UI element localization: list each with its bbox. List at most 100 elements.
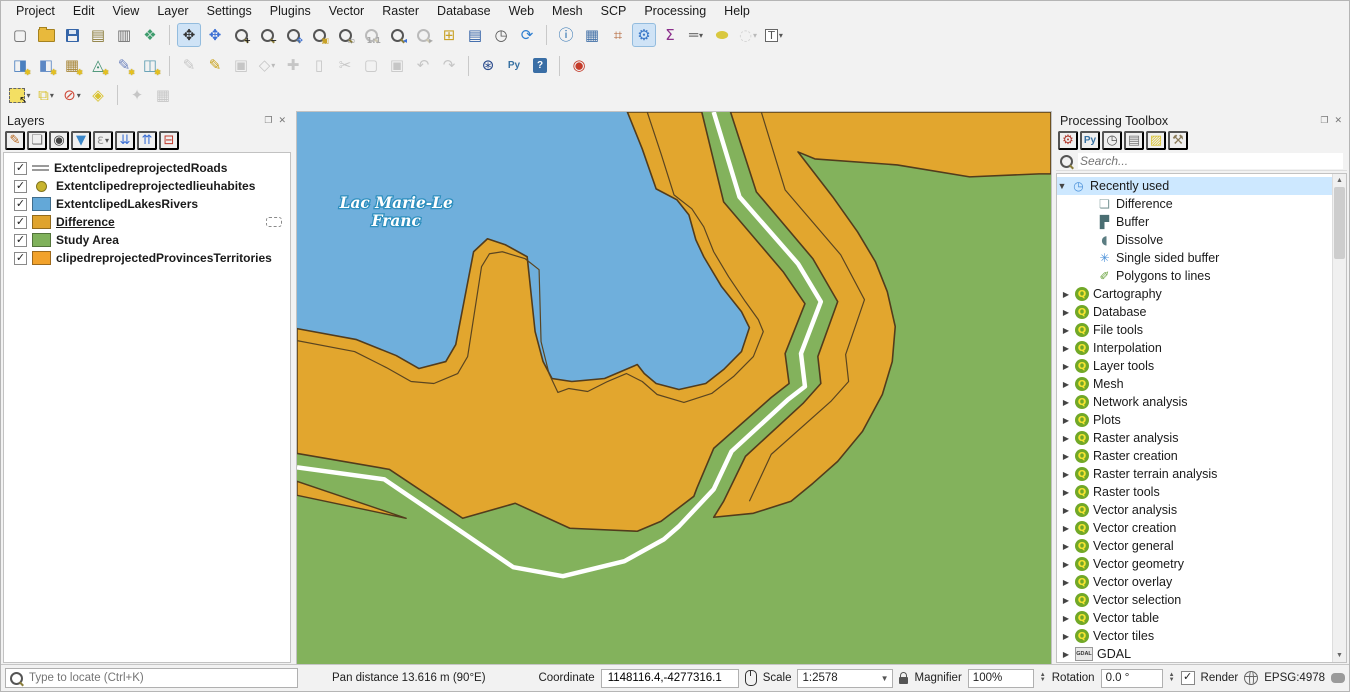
menu-plugins[interactable]: Plugins xyxy=(261,3,320,19)
toolbox-scrollbar[interactable]: ▲ ▼ xyxy=(1332,174,1346,662)
add-virtual-layer-button[interactable]: ◫✱ xyxy=(138,54,162,78)
expand-all-button[interactable]: ⇊ xyxy=(115,131,135,150)
toolbox-category-cartography[interactable]: ▶QCartography xyxy=(1057,285,1346,303)
temporal-controller-button[interactable]: ◷ xyxy=(489,23,513,47)
python-scripts-button[interactable]: Py xyxy=(1080,131,1100,150)
dropdown-arrow-icon[interactable]: ▾ xyxy=(105,136,109,145)
show-layout-manager-button[interactable]: ▥ xyxy=(112,23,136,47)
layers-panel-close-icon[interactable]: ✕ xyxy=(275,115,289,126)
expander-icon[interactable]: ▶ xyxy=(1061,308,1071,317)
dropdown-arrow-icon[interactable]: ▾ xyxy=(50,91,54,100)
chevron-down-icon[interactable]: ▼ xyxy=(881,674,889,683)
layer-label[interactable]: ExtentclipedLakesRivers xyxy=(56,197,198,211)
layer-visibility-checkbox[interactable]: ✓ xyxy=(14,162,27,175)
menu-database[interactable]: Database xyxy=(428,3,500,19)
map-canvas[interactable]: Lac Marie-LeFranc xyxy=(296,111,1052,665)
new-print-layout-button[interactable]: ▤ xyxy=(86,23,110,47)
dropdown-arrow-icon[interactable]: ▾ xyxy=(779,31,783,40)
layer-visibility-checkbox[interactable]: ✓ xyxy=(14,198,27,211)
expander-icon[interactable]: ▶ xyxy=(1061,524,1071,533)
menu-project[interactable]: Project xyxy=(7,3,64,19)
zoom-full-button[interactable]: ✥ xyxy=(281,23,305,47)
layer-visibility-checkbox[interactable]: ✓ xyxy=(14,234,27,247)
toolbox-algorithm-polygons-to-lines[interactable]: ✐Polygons to lines xyxy=(1057,267,1346,285)
manage-map-themes-button[interactable]: ◉ xyxy=(49,131,69,150)
toolbox-algorithm-difference[interactable]: ❏Difference xyxy=(1057,195,1346,213)
menu-edit[interactable]: Edit xyxy=(64,3,104,19)
extents-toggle-icon[interactable] xyxy=(745,670,757,686)
layer-label[interactable]: ExtentclipedreprojectedRoads xyxy=(54,161,227,175)
layer-item[interactable]: ✓ ExtentclipedreprojectedRoads xyxy=(4,159,290,177)
zoom-to-selection-button[interactable]: ▣ xyxy=(307,23,331,47)
layer-item[interactable]: ✓ clipedreprojectedProvincesTerritories xyxy=(4,249,290,267)
measure-line-button[interactable]: ═▾ xyxy=(684,23,708,47)
layer-label[interactable]: clipedreprojectedProvincesTerritories xyxy=(56,251,272,265)
expander-icon[interactable]: ▶ xyxy=(1061,290,1071,299)
toolbox-category-vector-analysis[interactable]: ▶QVector analysis xyxy=(1057,501,1346,519)
dropdown-arrow-icon[interactable]: ▾ xyxy=(271,61,275,70)
zoom-to-layer-button[interactable]: ▭ xyxy=(333,23,357,47)
expander-icon[interactable]: ▶ xyxy=(1061,506,1071,515)
magnifier-box[interactable]: 100% xyxy=(968,669,1034,688)
layer-label[interactable]: Extentclipedreprojectedlieuhabites xyxy=(56,179,255,193)
open-project-button[interactable] xyxy=(34,23,58,47)
coordinate-box[interactable] xyxy=(601,669,739,688)
messages-icon[interactable] xyxy=(1331,673,1345,683)
processing-panel-close-icon[interactable]: ✕ xyxy=(1331,115,1345,126)
field-calculator-button[interactable]: ⌗ xyxy=(606,23,630,47)
memory-layer-indicator-icon[interactable] xyxy=(266,217,282,227)
metasearch-button[interactable]: ⊛ xyxy=(476,54,500,78)
layer-visibility-checkbox[interactable]: ✓ xyxy=(14,252,27,265)
toolbox-algorithm-buffer[interactable]: ▛Buffer xyxy=(1057,213,1346,231)
toolbox-category-gdal[interactable]: ▶GDALGDAL xyxy=(1057,645,1346,663)
zoom-out-button[interactable]: − xyxy=(255,23,279,47)
expander-icon[interactable]: ▶ xyxy=(1061,470,1071,479)
toolbox-category-vector-selection[interactable]: ▶QVector selection xyxy=(1057,591,1346,609)
lock-icon[interactable] xyxy=(899,677,908,684)
zoom-in-button[interactable]: + xyxy=(229,23,253,47)
expander-icon[interactable]: ▶ xyxy=(1061,650,1071,659)
expander-icon[interactable]: ▶ xyxy=(1061,344,1071,353)
models-button[interactable]: ⚙ xyxy=(1058,131,1078,150)
menu-settings[interactable]: Settings xyxy=(198,3,261,19)
layer-label[interactable]: Study Area xyxy=(56,233,119,247)
dropdown-arrow-icon[interactable]: ▾ xyxy=(77,91,81,100)
menu-raster[interactable]: Raster xyxy=(373,3,428,19)
toolbox-category-interpolation[interactable]: ▶QInterpolation xyxy=(1057,339,1346,357)
toolbox-category-file-tools[interactable]: ▶QFile tools xyxy=(1057,321,1346,339)
toolbox-algorithm-dissolve[interactable]: ◖Dissolve xyxy=(1057,231,1346,249)
show-spatial-bookmarks-button[interactable]: ▤ xyxy=(463,23,487,47)
locator-box[interactable] xyxy=(5,668,298,688)
new-spatial-bookmark-button[interactable]: ⊞ xyxy=(437,23,461,47)
scroll-down-icon[interactable]: ▼ xyxy=(1333,649,1346,662)
python-console-button[interactable]: Py xyxy=(502,54,526,78)
scale-combo[interactable]: 1:2578 ▼ xyxy=(797,669,893,688)
expander-icon[interactable]: ▶ xyxy=(1061,416,1071,425)
toolbox-category-raster-analysis[interactable]: ▶QRaster analysis xyxy=(1057,429,1346,447)
pan-map-button[interactable]: ✥ xyxy=(177,23,201,47)
data-source-manager-button[interactable]: ◨✱ xyxy=(8,54,32,78)
expander-icon[interactable]: ▶ xyxy=(1061,614,1071,623)
select-features-by-value-button[interactable]: ⧉▾ xyxy=(34,83,58,107)
menu-scp[interactable]: SCP xyxy=(592,3,636,19)
toolbox-category-raster-tools[interactable]: ▶QRaster tools xyxy=(1057,483,1346,501)
add-raster-layer-button[interactable]: ▦✱ xyxy=(60,54,84,78)
expander-icon[interactable]: ▶ xyxy=(1061,326,1071,335)
rotation-spinner[interactable]: ▲▼ xyxy=(1169,673,1175,683)
deselect-features-button[interactable]: ⊘▾ xyxy=(60,83,84,107)
toolbox-category-layer-tools[interactable]: ▶QLayer tools xyxy=(1057,357,1346,375)
statistical-summary-button[interactable]: Σ xyxy=(658,23,682,47)
toolbox-category-vector-tiles[interactable]: ▶QVector tiles xyxy=(1057,627,1346,645)
edit-features-in-place-button[interactable]: ▨ xyxy=(1146,131,1166,150)
expander-icon[interactable]: ▶ xyxy=(1061,560,1071,569)
toolbox-category-vector-creation[interactable]: ▶QVector creation xyxy=(1057,519,1346,537)
text-annotation-button[interactable]: T▾ xyxy=(762,23,786,47)
dropdown-arrow-icon[interactable]: ▾ xyxy=(753,31,757,40)
menu-vector[interactable]: Vector xyxy=(320,3,373,19)
toolbox-category-vector-geometry[interactable]: ▶QVector geometry xyxy=(1057,555,1346,573)
save-project-button[interactable] xyxy=(60,23,84,47)
scroll-up-icon[interactable]: ▲ xyxy=(1333,174,1346,187)
dropdown-arrow-icon[interactable]: ▾ xyxy=(699,31,703,40)
zoom-last-button[interactable]: ◂ xyxy=(385,23,409,47)
expander-icon[interactable]: ▶ xyxy=(1061,452,1071,461)
